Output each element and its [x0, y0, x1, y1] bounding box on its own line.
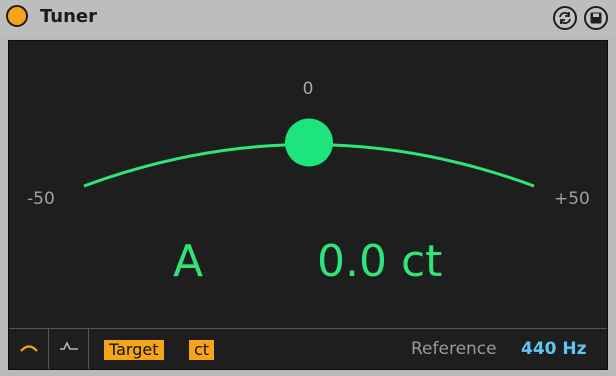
save-icon	[590, 12, 602, 24]
save-preset-button[interactable]	[584, 6, 608, 30]
reference-frequency-value[interactable]: 440 Hz	[521, 339, 587, 359]
unit-toggle[interactable]: ct	[189, 340, 215, 360]
pitch-indicator-dot	[285, 118, 333, 167]
reference-label: Reference	[411, 339, 497, 359]
hot-swap-icon	[559, 12, 571, 24]
hot-swap-button[interactable]	[553, 6, 577, 30]
needle-mode-button[interactable]	[9, 329, 49, 369]
device-title: Tuner	[40, 6, 98, 27]
arc-needle-icon	[20, 345, 38, 352]
device-power-button[interactable]	[6, 5, 28, 27]
histogram-mode-button[interactable]	[49, 329, 89, 369]
tuner-panel: 0 -50 +50 A 0.0 ct Target ct Reference 4…	[8, 40, 608, 370]
meter-max-label: +50	[554, 189, 590, 209]
target-mode-toggle[interactable]: Target	[104, 340, 164, 360]
histogram-icon	[60, 341, 78, 350]
meter-min-label: -50	[27, 189, 55, 209]
detected-note: A	[173, 236, 204, 287]
meter-center-label: 0	[302, 79, 314, 99]
tuner-bottom-bar: Target ct Reference 440 Hz	[9, 328, 607, 369]
device-title-bar: Tuner	[0, 0, 616, 36]
cents-deviation: 0.0 ct	[317, 236, 443, 287]
